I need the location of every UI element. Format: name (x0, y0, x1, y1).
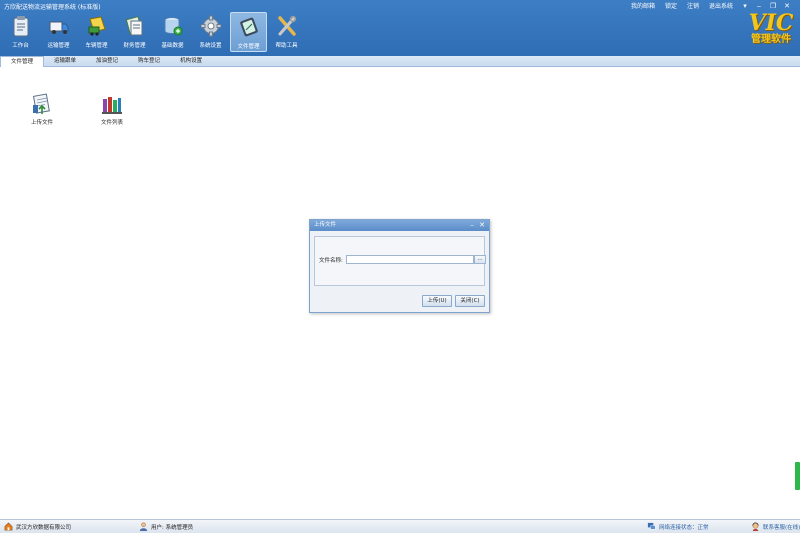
brand-logo: VIC 管理软件 (748, 12, 794, 52)
file-list-shortcut[interactable]: 文件列表 (97, 93, 127, 126)
network-icon (647, 522, 656, 530)
subtab-fuel-register[interactable]: 加油登记 (86, 56, 128, 67)
user-icon (139, 522, 148, 531)
toolbar-label: 基础数据 (161, 43, 184, 49)
file-name-input[interactable] (346, 255, 474, 264)
subtab-transport-tracking[interactable]: 运输跟单 (44, 56, 86, 67)
toolbar-basedata-button[interactable]: 基础数据 (154, 12, 191, 52)
dialog-close-button[interactable]: 关闭(C) (455, 295, 485, 307)
file-manager-icon (239, 17, 258, 37)
truck-icon (49, 21, 68, 34)
clipboard-icon (13, 16, 28, 37)
close-icon[interactable]: ✕ (780, 2, 794, 10)
dropdown-icon[interactable]: ▾ (738, 2, 752, 10)
home-icon (4, 522, 13, 531)
toolbar-workbench-button[interactable]: 工作台 (2, 12, 39, 52)
tools-icon (277, 15, 296, 36)
file-list-icon (102, 97, 122, 114)
logo-text-bottom: 管理软件 (751, 34, 791, 45)
toolbar-label: 文件管理 (237, 44, 260, 50)
subtab-vehicle-purchase[interactable]: 购车登记 (128, 56, 170, 67)
dialog-close-icon[interactable]: ✕ (477, 220, 487, 231)
toolbar-label: 工作台 (12, 43, 29, 49)
database-icon (164, 17, 182, 36)
upload-file-icon (32, 93, 50, 114)
sys-link-logout[interactable]: 注销 (682, 1, 704, 10)
toolbar-vehicle-button[interactable]: 车辆管理 (78, 12, 115, 52)
toolbar-label: 帮助工具 (275, 43, 298, 49)
minimize-icon[interactable]: ‒ (752, 2, 766, 10)
sys-link-exit[interactable]: 退出系统 (704, 1, 738, 10)
toolbar-tools-button[interactable]: 帮助工具 (268, 12, 305, 52)
toolbar-files-button[interactable]: 文件管理 (230, 12, 267, 52)
status-network: 网络连接状态：正常 (647, 522, 709, 531)
toolbar-settings-button[interactable]: 系统设置 (192, 12, 229, 52)
module-subtabs: 文件管理 运输跟单 加油登记 购车登记 机构设置 (0, 56, 800, 67)
status-user: 用户: 系统管理员 (139, 522, 193, 531)
sys-link-lock[interactable]: 锁定 (660, 1, 682, 10)
gear-icon (200, 15, 221, 37)
vehicle-icon (88, 16, 106, 36)
toolbar-label: 财务管理 (123, 43, 146, 49)
subtab-file-management[interactable]: 文件管理 (0, 56, 45, 67)
status-company: 武汉方欣数据有限公司 (4, 522, 71, 531)
dialog-titlebar[interactable]: 上传文件 – ✕ (310, 220, 489, 231)
app-title: 方欣配送物流运输管理系统 (标准版) (4, 4, 101, 11)
main-toolbar: 工作台 运输管理 车辆管理 财务管理 基础数据 系统设置 文件管理 帮助工具 (2, 12, 306, 52)
scrollbar-thumb[interactable] (795, 462, 800, 490)
upload-file-shortcut[interactable]: 上传文件 (27, 93, 57, 126)
logo-text-top: VIC (748, 10, 794, 36)
sys-link-mailbox[interactable]: 我的邮箱 (626, 1, 660, 10)
status-bar: 武汉方欣数据有限公司 用户: 系统管理员 网络连接状态：正常 联系客服(在线) (0, 519, 800, 533)
file-name-label: 文件名称: (319, 258, 343, 264)
network-status: 网络连接状态：正常 (659, 524, 709, 531)
customer-service-icon (752, 522, 759, 531)
upload-file-dialog: 上传文件 – ✕ 文件名称: ... 上传(U) 关闭(C) (309, 219, 490, 313)
browse-button[interactable]: ... (474, 255, 486, 264)
upload-file-label: 上传文件 (30, 120, 53, 126)
customer-service-link: 联系客服(在线) (763, 524, 800, 531)
upload-button[interactable]: 上传(U) (422, 295, 452, 307)
toolbar-label: 系统设置 (199, 43, 222, 49)
file-list-label: 文件列表 (100, 120, 123, 126)
dialog-minimize-icon[interactable]: – (467, 220, 477, 231)
app-header: 方欣配送物流运输管理系统 (标准版) 我的邮箱 锁定 注销 退出系统 ▾ ‒ ❐… (0, 0, 800, 56)
subtab-org-settings[interactable]: 机构设置 (170, 56, 212, 67)
current-user: 用户: 系统管理员 (151, 524, 194, 531)
toolbar-label: 车辆管理 (85, 43, 108, 49)
toolbar-label: 运输管理 (47, 43, 70, 49)
dialog-title: 上传文件 (314, 222, 337, 228)
toolbar-transport-button[interactable]: 运输管理 (40, 12, 77, 52)
status-service[interactable]: 联系客服(在线) (751, 522, 800, 531)
toolbar-finance-button[interactable]: 财务管理 (116, 12, 153, 52)
finance-icon (125, 16, 142, 36)
restore-icon[interactable]: ❐ (766, 2, 780, 10)
dialog-panel: 文件名称: ... (314, 236, 486, 286)
system-links: 我的邮箱 锁定 注销 退出系统 ▾ ‒ ❐ ✕ (626, 1, 794, 11)
company-name: 武汉方欣数据有限公司 (16, 524, 72, 531)
